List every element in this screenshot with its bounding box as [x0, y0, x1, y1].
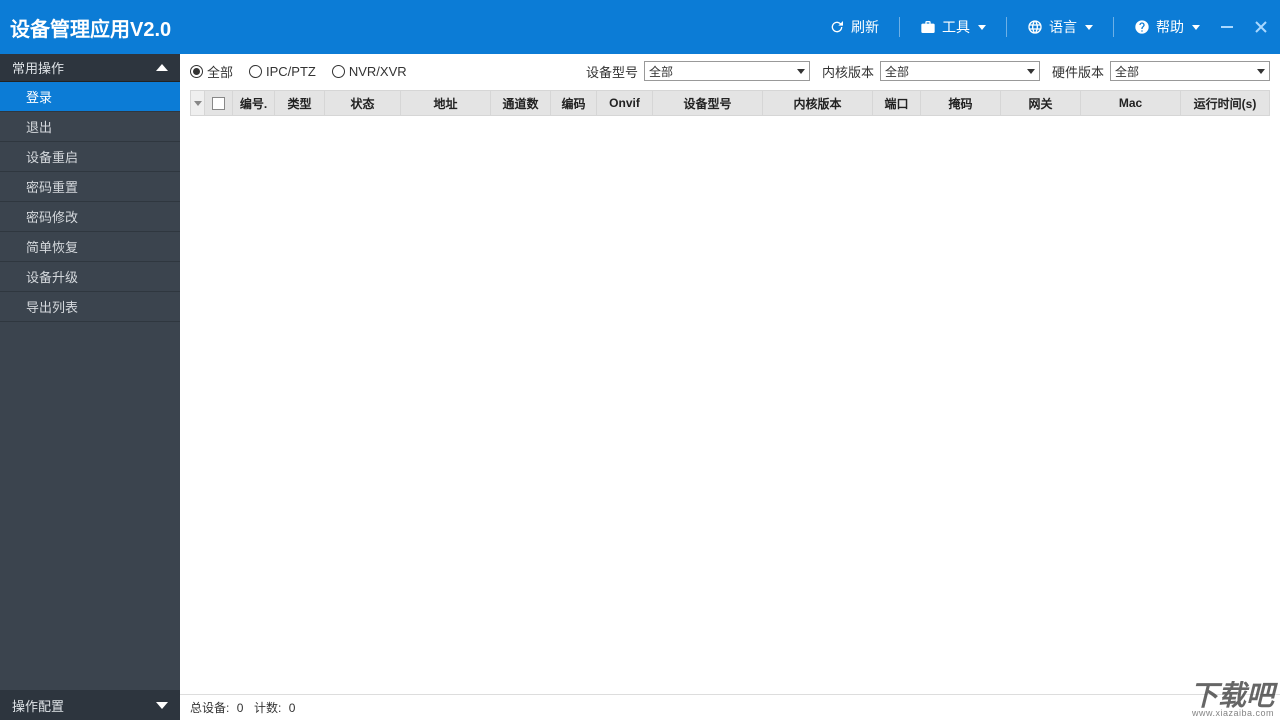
main-area: 全部 IPC/PTZ NVR/XVR 设备型号 全部 内核版本 全部 硬件版本 …: [180, 54, 1280, 720]
radio-label-text: NVR/XVR: [349, 64, 407, 79]
sidebar-item-export[interactable]: 导出列表: [0, 292, 180, 322]
collapse-up-icon: [156, 64, 168, 71]
sidebar-item-upgrade[interactable]: 设备升级: [0, 262, 180, 292]
chevron-down-icon: [1257, 69, 1265, 74]
sidebar-item-label: 登录: [26, 87, 52, 106]
minimize-button[interactable]: [1220, 20, 1234, 34]
chevron-down-icon: [1085, 25, 1093, 30]
refresh-button[interactable]: 刷新: [829, 17, 879, 37]
sidebar-item-label: 简单恢复: [26, 237, 78, 256]
radio-icon: [249, 65, 262, 78]
radio-ipc[interactable]: IPC/PTZ: [249, 64, 316, 79]
chevron-down-icon: [797, 69, 805, 74]
total-label: 总设备:: [190, 699, 229, 716]
separator: [1006, 17, 1007, 37]
globe-icon: [1027, 19, 1043, 35]
th-gateway[interactable]: 网关: [1001, 91, 1081, 115]
sidebar-spacer: [0, 322, 180, 690]
language-button[interactable]: 语言: [1027, 17, 1093, 37]
titlebar-actions: 刷新 工具 语言 帮助: [829, 17, 1268, 37]
select-all-header[interactable]: [205, 91, 233, 115]
chevron-down-icon: [978, 25, 986, 30]
kernel-version-label: 内核版本: [822, 62, 874, 81]
th-encode[interactable]: 编码: [551, 91, 597, 115]
chevron-down-icon: [1027, 69, 1035, 74]
sidebar-item-pwreset[interactable]: 密码重置: [0, 172, 180, 202]
titlebar: 设备管理应用V2.0 刷新 工具 语言 帮助: [0, 0, 1280, 54]
radio-icon: [190, 65, 203, 78]
status-bar: 总设备: 0 计数: 0: [180, 694, 1280, 720]
refresh-label: 刷新: [851, 17, 879, 37]
hw-version-label: 硬件版本: [1052, 62, 1104, 81]
radio-icon: [332, 65, 345, 78]
sidebar-item-label: 退出: [26, 117, 52, 136]
radio-all[interactable]: 全部: [190, 62, 233, 81]
sidebar-item-reboot[interactable]: 设备重启: [0, 142, 180, 172]
kernel-version-dropdown[interactable]: 全部: [880, 61, 1040, 81]
th-mask[interactable]: 掩码: [921, 91, 1001, 115]
help-button[interactable]: 帮助: [1134, 17, 1200, 37]
sidebar-section-label: 常用操作: [12, 58, 64, 77]
close-button[interactable]: [1254, 20, 1268, 34]
column-chooser[interactable]: [191, 91, 205, 115]
th-channels[interactable]: 通道数: [491, 91, 551, 115]
count-label: 计数:: [254, 699, 281, 716]
total-value: 0: [237, 701, 244, 715]
sidebar-item-logout[interactable]: 退出: [0, 112, 180, 142]
chevron-down-icon: [194, 101, 202, 106]
tools-button[interactable]: 工具: [920, 17, 986, 37]
chevron-down-icon: [1192, 25, 1200, 30]
th-no[interactable]: 编号.: [233, 91, 275, 115]
checkbox-icon: [212, 97, 225, 110]
sidebar-section-config[interactable]: 操作配置: [0, 690, 180, 720]
sidebar-section-label: 操作配置: [12, 696, 64, 715]
expand-down-icon: [156, 702, 168, 709]
th-status[interactable]: 状态: [325, 91, 401, 115]
device-type-dropdown[interactable]: 全部: [644, 61, 810, 81]
tools-label: 工具: [942, 17, 970, 37]
radio-label-text: IPC/PTZ: [266, 64, 316, 79]
sidebar-item-login[interactable]: 登录: [0, 82, 180, 112]
th-port[interactable]: 端口: [873, 91, 921, 115]
sidebar-item-label: 导出列表: [26, 297, 78, 316]
th-onvif[interactable]: Onvif: [597, 91, 653, 115]
filter-bar: 全部 IPC/PTZ NVR/XVR 设备型号 全部 内核版本 全部 硬件版本 …: [180, 54, 1280, 84]
refresh-icon: [829, 19, 845, 35]
close-icon: [1255, 21, 1267, 33]
dropdown-value: 全部: [1115, 63, 1139, 80]
hw-version-dropdown[interactable]: 全部: [1110, 61, 1270, 81]
device-type-label: 设备型号: [586, 62, 638, 81]
radio-label-text: 全部: [207, 62, 233, 81]
dropdown-value: 全部: [649, 63, 673, 80]
sidebar-item-restore[interactable]: 简单恢复: [0, 232, 180, 262]
table-header-row: 编号. 类型 状态 地址 通道数 编码 Onvif 设备型号 内核版本 端口 掩…: [190, 90, 1270, 116]
th-type[interactable]: 类型: [275, 91, 325, 115]
language-label: 语言: [1049, 17, 1077, 37]
sidebar-item-label: 设备升级: [26, 267, 78, 286]
sidebar-item-label: 密码重置: [26, 177, 78, 196]
th-mac[interactable]: Mac: [1081, 91, 1181, 115]
th-uptime[interactable]: 运行时间(s): [1181, 91, 1269, 115]
separator: [899, 17, 900, 37]
sidebar: 常用操作 登录 退出 设备重启 密码重置 密码修改 简单恢复 设备升级 导出列表…: [0, 54, 180, 720]
th-address[interactable]: 地址: [401, 91, 491, 115]
device-table: 编号. 类型 状态 地址 通道数 编码 Onvif 设备型号 内核版本 端口 掩…: [190, 90, 1270, 694]
separator: [1113, 17, 1114, 37]
sidebar-item-label: 密码修改: [26, 207, 78, 226]
count-value: 0: [289, 701, 296, 715]
minimize-icon: [1221, 21, 1233, 33]
sidebar-item-pwchange[interactable]: 密码修改: [0, 202, 180, 232]
th-kernel[interactable]: 内核版本: [763, 91, 873, 115]
radio-nvr[interactable]: NVR/XVR: [332, 64, 407, 79]
sidebar-item-label: 设备重启: [26, 147, 78, 166]
help-icon: [1134, 19, 1150, 35]
th-model[interactable]: 设备型号: [653, 91, 763, 115]
dropdown-value: 全部: [885, 63, 909, 80]
app-title: 设备管理应用V2.0: [10, 13, 171, 42]
help-label: 帮助: [1156, 17, 1184, 37]
toolbox-icon: [920, 19, 936, 35]
sidebar-section-common[interactable]: 常用操作: [0, 54, 180, 82]
